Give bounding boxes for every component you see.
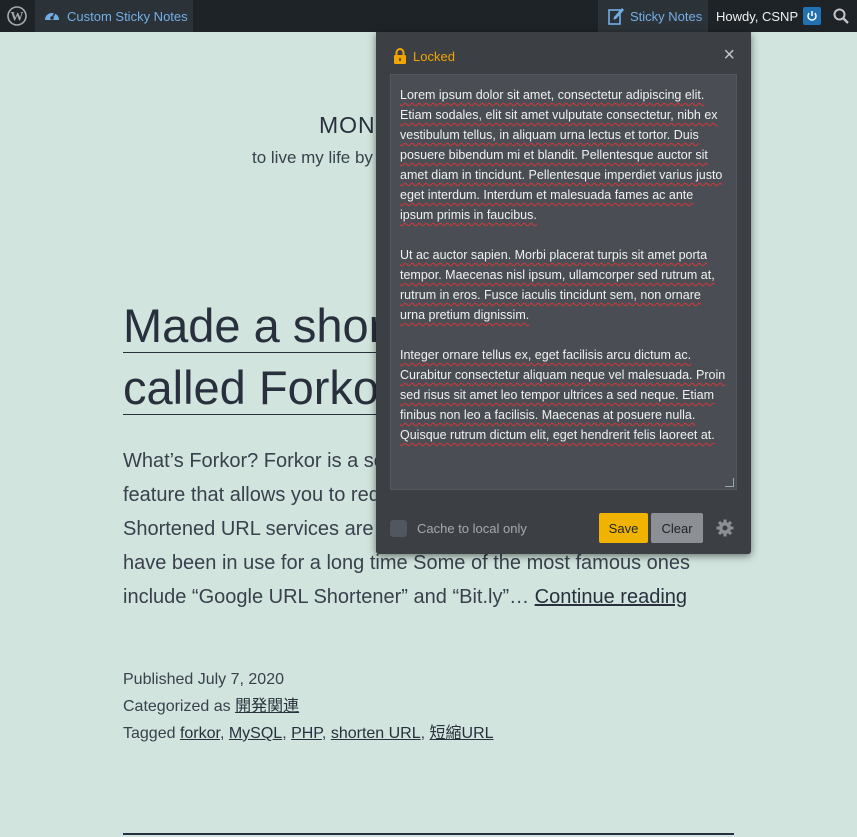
save-button[interactable]: Save (599, 513, 648, 543)
tags-row: Tagged forkor, MySQL, PHP, shorten URL, … (123, 725, 494, 742)
sticky-note-panel: Locked × Lorem ipsum dolor sit amet, con… (376, 32, 751, 554)
note-paragraph: Lorem ipsum dolor sit amet, consectetur … (400, 88, 723, 222)
post-divider (123, 833, 734, 835)
power-icon (803, 7, 822, 25)
continue-reading-link[interactable]: Continue reading (535, 586, 687, 608)
tag-link[interactable]: forkor (180, 725, 220, 742)
admin-bar: W Custom Sticky Notes Sticky Notes Howdy… (0, 0, 857, 32)
clear-button[interactable]: Clear (651, 513, 703, 543)
note-edit-icon (608, 8, 624, 25)
site-name-menu[interactable]: Custom Sticky Notes (35, 0, 193, 32)
note-paragraph: Integer ornare tellus ex, eget facilisis… (400, 348, 726, 442)
dashboard-icon (45, 12, 59, 20)
published-row: Published July 7, 2020 (123, 666, 494, 693)
tag-link[interactable]: PHP (291, 725, 322, 742)
wordpress-logo-menu[interactable]: W (0, 0, 34, 32)
account-menu[interactable]: Howdy, CSNP (708, 0, 825, 32)
excerpt-line-text: include “Google URL Shortener” and “Bit.… (123, 586, 535, 608)
svg-text:W: W (11, 9, 24, 24)
published-prefix: Published (123, 671, 198, 688)
tag-link[interactable]: 短縮URL (430, 725, 494, 742)
howdy-label: Howdy, CSNP (716, 8, 799, 24)
site-description: to live my life by (252, 148, 373, 167)
cache-checkbox[interactable] (390, 520, 407, 537)
search-icon (833, 8, 849, 24)
category-row: Categorized as 開発関連 (123, 693, 494, 720)
category-link[interactable]: 開発関連 (235, 698, 299, 715)
search-button[interactable] (825, 0, 857, 32)
post-title-line-2[interactable]: called Forko (123, 361, 379, 415)
resize-handle[interactable] (725, 478, 734, 487)
categorized-prefix: Categorized as (123, 698, 236, 715)
lock-status-label: Locked (413, 49, 455, 64)
settings-button[interactable] (716, 519, 734, 542)
excerpt-line-last: include “Google URL Shortener” and “Bit.… (123, 580, 723, 614)
post-title-line-1[interactable]: Made a shor (123, 299, 385, 353)
tagged-prefix: Tagged (123, 725, 180, 742)
lock-status[interactable]: Locked (393, 48, 455, 65)
note-paragraph: Ut ac auctor sapien. Morbi placerat turp… (400, 248, 715, 322)
gear-icon (716, 519, 734, 537)
sticky-notes-menu[interactable]: Sticky Notes (598, 0, 708, 32)
lock-icon (394, 48, 406, 64)
cache-option[interactable]: Cache to local only (390, 520, 527, 537)
site-title[interactable]: MON (319, 112, 376, 139)
close-icon[interactable]: × (723, 45, 735, 65)
site-name-label: Custom Sticky Notes (67, 8, 188, 24)
tag-link[interactable]: shorten URL (331, 725, 421, 742)
sticky-notes-label: Sticky Notes (630, 8, 703, 24)
note-textarea[interactable]: Lorem ipsum dolor sit amet, consectetur … (390, 74, 737, 490)
post-meta: Published July 7, 2020 Categorized as 開発… (123, 666, 494, 747)
cache-label: Cache to local only (417, 521, 527, 536)
published-date: July 7, 2020 (197, 671, 284, 688)
wordpress-icon: W (7, 6, 27, 26)
tag-link[interactable]: MySQL (229, 725, 282, 742)
